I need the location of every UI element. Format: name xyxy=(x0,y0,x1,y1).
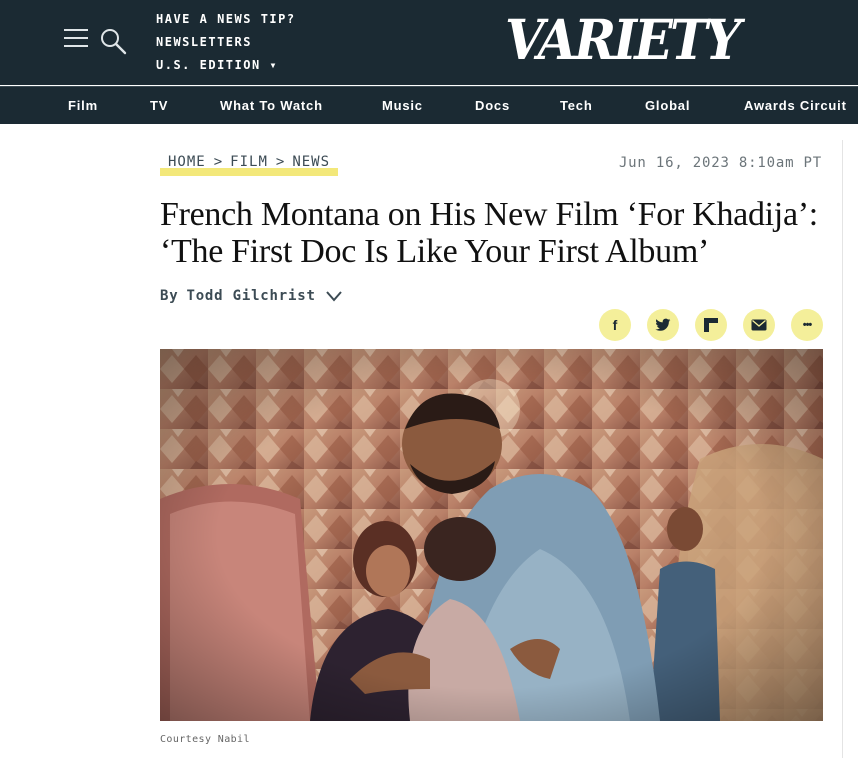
byline-prefix: By xyxy=(160,288,179,304)
variety-logo[interactable]: VARIETY xyxy=(505,6,741,74)
nav-item-awards-circuit[interactable]: Awards Circuit xyxy=(744,87,847,124)
author-link[interactable]: Todd Gilchrist xyxy=(186,286,315,306)
search-icon[interactable] xyxy=(99,27,127,55)
nav-item-tv[interactable]: TV xyxy=(150,87,168,124)
share-facebook-button[interactable]: f xyxy=(599,309,631,341)
twitter-icon xyxy=(655,318,671,331)
logo-wordmark: VARIETY xyxy=(505,7,741,72)
breadcrumb-home[interactable]: HOME xyxy=(168,151,206,173)
breadcrumb-film[interactable]: FILM xyxy=(230,151,268,173)
breadcrumb: HOME > FILM > NEWS xyxy=(160,151,339,176)
nav-item-what-to-watch[interactable]: What To Watch xyxy=(220,87,323,124)
nav-item-docs[interactable]: Docs xyxy=(475,87,510,124)
newsletters-link[interactable]: NEWSLETTERS xyxy=(156,31,296,54)
publish-timestamp: Jun 16, 2023 8:10am PT xyxy=(618,155,822,171)
site-header: HAVE A NEWS TIP? NEWSLETTERS U.S. EDITIO… xyxy=(0,0,858,85)
more-icon: ••• xyxy=(802,319,813,331)
image-caption: Courtesy Nabil xyxy=(160,734,250,745)
chevron-down-icon[interactable] xyxy=(325,290,342,302)
facebook-icon: f xyxy=(612,317,618,333)
news-tip-link[interactable]: HAVE A NEWS TIP? xyxy=(156,8,296,31)
article-hero-image[interactable] xyxy=(160,349,823,721)
nav-item-global[interactable]: Global xyxy=(645,87,690,124)
email-icon xyxy=(751,319,767,331)
breadcrumb-separator: > xyxy=(213,154,223,170)
breadcrumb-separator: > xyxy=(275,154,285,170)
flipboard-icon xyxy=(704,318,718,332)
byline: By Todd Gilchrist xyxy=(160,286,342,306)
hamburger-menu-icon[interactable] xyxy=(64,28,88,48)
share-flipboard-button[interactable] xyxy=(695,309,727,341)
nav-item-film[interactable]: Film xyxy=(68,87,98,124)
article-headline: French Montana on His New Film ‘For Khad… xyxy=(160,196,818,270)
edition-selector[interactable]: U.S. EDITION ▾ xyxy=(156,54,296,77)
share-more-button[interactable]: ••• xyxy=(791,309,823,341)
share-email-button[interactable] xyxy=(743,309,775,341)
breadcrumb-news[interactable]: NEWS xyxy=(292,151,330,173)
main-nav: Film TV What To Watch Music Docs Tech Gl… xyxy=(0,86,858,124)
nav-item-music[interactable]: Music xyxy=(382,87,423,124)
share-twitter-button[interactable] xyxy=(647,309,679,341)
nav-item-tech[interactable]: Tech xyxy=(560,87,593,124)
sidebar-divider xyxy=(842,140,843,758)
utility-links: HAVE A NEWS TIP? NEWSLETTERS U.S. EDITIO… xyxy=(156,8,296,77)
